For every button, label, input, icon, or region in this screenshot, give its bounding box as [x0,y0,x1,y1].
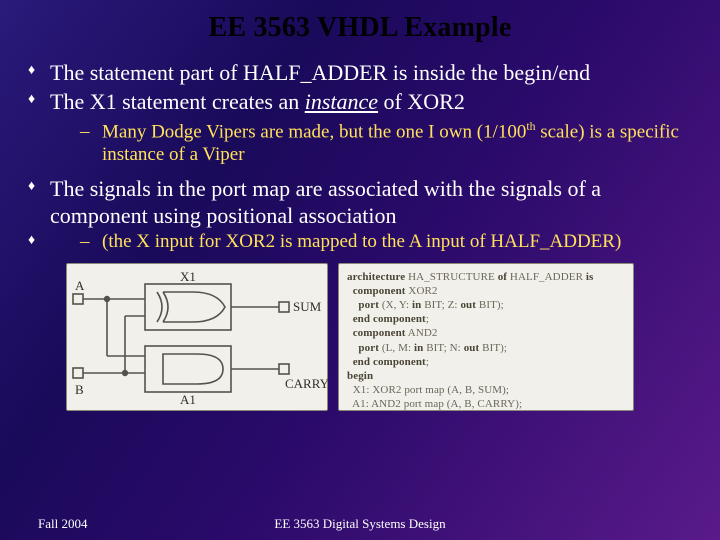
code-figure: architecture HA_STRUCTURE of HALF_ADDER … [338,263,634,411]
text: The X1 statement creates an [50,89,305,114]
kw: out [464,342,480,354]
footer-left: Fall 2004 [38,516,87,532]
label-a1: A1 [180,392,196,408]
t: AND2 [406,327,438,339]
t: XOR2 [406,285,438,297]
t: A1: AND2 port map (A, B, CARRY); [347,398,522,410]
slide: EE 3563 VHDL Example The statement part … [0,0,720,540]
figures-row: A B X1 A1 SUM CARRY architecture HA_STRU… [66,263,698,411]
label-b: B [75,382,84,398]
kw: component [347,285,406,297]
kw: out [460,299,476,311]
t: BIT); [476,299,504,311]
sub-item: (the X input for XOR2 is mapped to the A… [74,230,698,253]
t: ; [426,356,429,368]
kw: of [498,271,507,283]
kw: in [412,299,421,311]
footer-center: EE 3563 Digital Systems Design [0,516,720,532]
label-carry: CARRY [285,376,329,392]
kw: component [347,327,406,339]
bullet-list: The statement part of HALF_ADDER is insi… [22,60,698,230]
emphasis-instance: instance [305,89,378,114]
t: HA_STRUCTURE [405,271,497,283]
text: Many Dodge Vipers are made, but the one … [102,121,526,142]
kw: architecture [347,271,405,283]
bullet-list-cont: (the X input for XOR2 is mapped to the A… [22,230,698,253]
kw: port [347,299,379,311]
kw: end component [347,356,426,368]
t: BIT; N: [423,342,463,354]
t: BIT); [479,342,507,354]
schematic-figure: A B X1 A1 SUM CARRY [66,263,328,411]
kw: end component [347,313,426,325]
sub-list: Many Dodge Vipers are made, but the one … [50,120,698,167]
bullet-item: The signals in the port map are associat… [22,176,698,230]
t: (L, M: [379,342,414,354]
kw: port [347,342,379,354]
label-a: A [75,278,84,294]
text: of XOR2 [378,89,465,114]
label-sum: SUM [293,299,321,315]
sub-list: (the X input for XOR2 is mapped to the A… [50,230,698,253]
kw: is [586,271,594,283]
t: ; [426,313,429,325]
t: HALF_ADDER [507,271,586,283]
slide-title: EE 3563 VHDL Example [22,12,698,44]
t: BIT; Z: [421,299,460,311]
footer: Fall 2004 EE 3563 Digital Systems Design [0,516,720,532]
bullet-item: The X1 statement creates an instance of … [22,89,698,167]
bullet-item-nosym: (the X input for XOR2 is mapped to the A… [22,230,698,253]
t: X1: XOR2 port map (A, B, SUM); [347,384,509,396]
sub-item: Many Dodge Vipers are made, but the one … [74,120,698,167]
kw: begin [347,370,373,382]
label-x1: X1 [180,269,196,285]
bullet-item: The statement part of HALF_ADDER is insi… [22,60,698,87]
t: (X, Y: [379,299,412,311]
kw: in [414,342,423,354]
